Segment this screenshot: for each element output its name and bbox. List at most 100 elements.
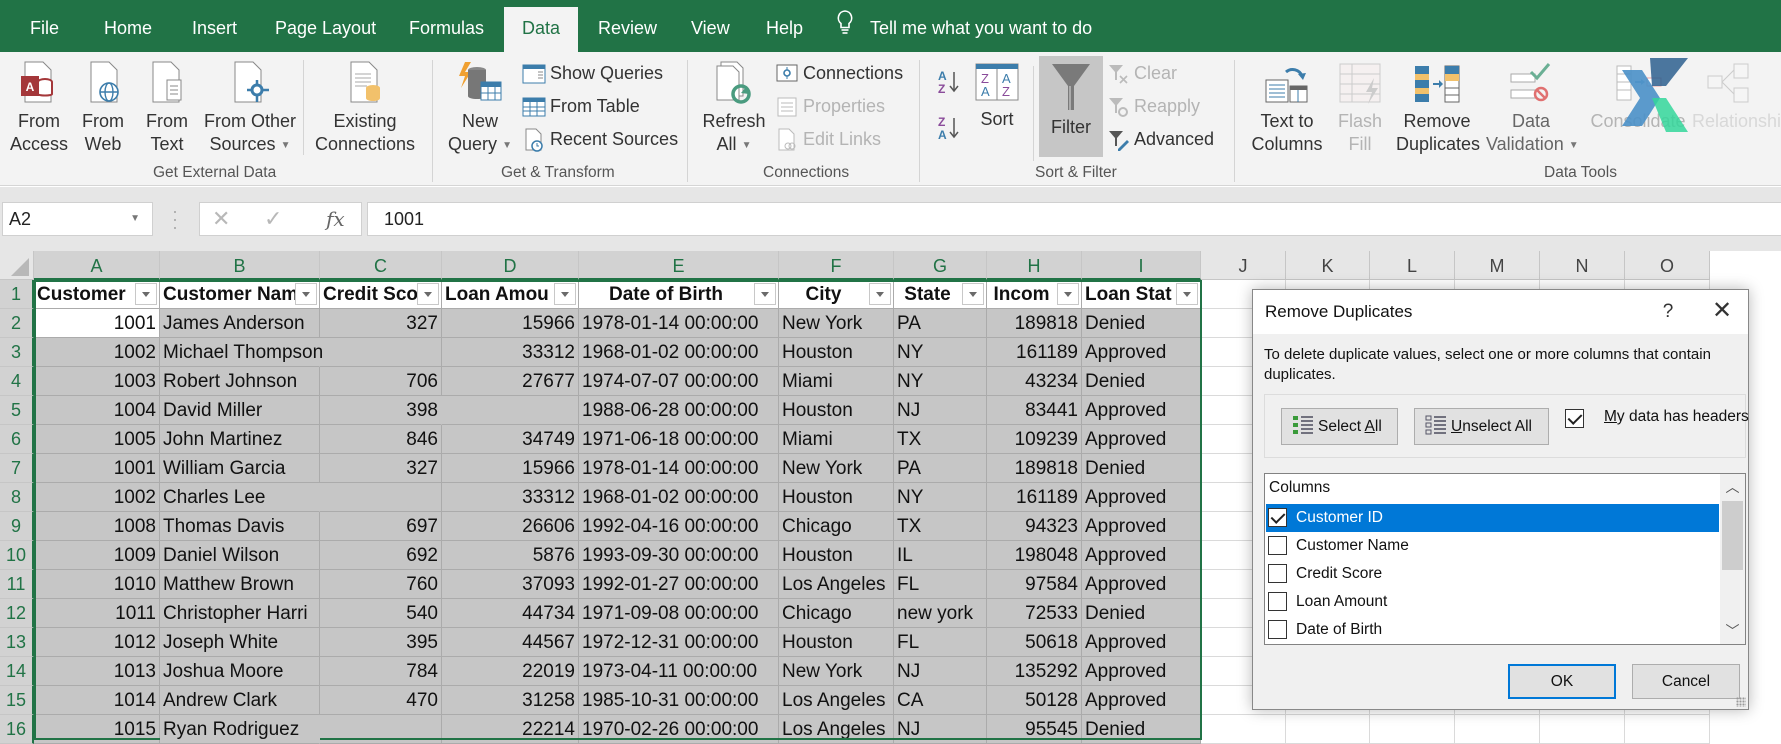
table-cell[interactable]: FL [894,570,987,599]
select-all-button[interactable]: Select All [1281,408,1398,445]
table-cell[interactable]: Houston [779,628,894,657]
table-cell[interactable]: 327 [320,309,442,338]
cancel-entry-icon[interactable]: ✕ [212,203,230,235]
table-cell[interactable]: 95545 [987,715,1082,744]
table-cell[interactable]: 395 [320,628,442,657]
table-cell[interactable]: Miami [779,367,894,396]
table-cell[interactable]: Approved [1082,512,1201,541]
table-cell[interactable]: 706 [320,367,442,396]
column-header-j[interactable]: J [1201,251,1286,280]
table-cell[interactable]: 1978-01-14 00:00:00 [579,454,779,483]
dialog-title-bar[interactable]: Remove Duplicates ? ✕ [1253,290,1748,334]
text-to-columns-button[interactable]: Text to Columns [1246,60,1328,156]
table-cell[interactable]: William Garcia [160,454,320,483]
empty-cell[interactable] [1201,715,1286,744]
table-cell[interactable]: NJ [894,657,987,686]
table-cell[interactable]: Denied [1082,309,1201,338]
column-list-item[interactable]: Customer Name [1266,532,1719,560]
column-list-item[interactable]: Date of Birth [1266,616,1719,644]
tell-me-search[interactable]: Tell me what you want to do [836,7,1092,52]
table-cell[interactable]: Houston [779,541,894,570]
table-cell[interactable]: 1970-02-26 00:00:00 [579,715,779,744]
table-cell[interactable]: 189818 [987,454,1082,483]
row-header-7[interactable]: 7 [0,454,34,483]
filter-button[interactable]: Filter [1039,56,1103,157]
table-cell[interactable]: Approved [1082,657,1201,686]
name-box[interactable]: A2 ▼ [2,202,153,236]
table-cell[interactable]: 22019 [442,657,579,686]
table-cell[interactable]: 1974-07-07 00:00:00 [579,367,779,396]
table-cell[interactable]: Michael Thompson [160,338,323,367]
table-cell[interactable]: Los Angeles [779,715,894,744]
advanced-filter-button[interactable]: Advanced [1108,127,1214,152]
table-cell[interactable]: 398 [320,396,442,425]
column-checkbox[interactable] [1268,592,1287,611]
insert-function-icon[interactable]: fx [326,203,345,235]
select-all-corner[interactable] [0,251,34,280]
existing-connections-button[interactable]: Existing Connections [314,60,416,156]
row-header-12[interactable]: 12 [0,599,34,628]
table-cell[interactable]: NY [894,367,987,396]
data-validation-button[interactable]: Data Validation ▼ [1486,60,1579,157]
table-cell[interactable]: 1015 [34,715,160,744]
sort-z-to-a-button[interactable]: ZA [936,114,962,147]
column-header-a[interactable]: A [34,251,160,280]
table-cell[interactable]: 1968-01-02 00:00:00 [579,338,779,367]
scrollbar-thumb[interactable] [1722,501,1743,570]
sort-button[interactable]: ZAAZ Sort [972,60,1022,131]
table-cell[interactable]: 1002 [34,483,160,512]
column-header-o[interactable]: O [1625,251,1710,280]
table-cell[interactable]: 1011 [34,599,160,628]
table-cell[interactable]: 50128 [987,686,1082,715]
table-cell[interactable]: TX [894,512,987,541]
table-cell[interactable]: 189818 [987,309,1082,338]
table-cell[interactable] [320,483,442,512]
table-cell[interactable]: 1992-01-27 00:00:00 [579,570,779,599]
table-cell[interactable]: 31258 [442,686,579,715]
row-header-10[interactable]: 10 [0,541,34,570]
table-cell[interactable]: 1013 [34,657,160,686]
table-cell[interactable] [442,396,579,425]
table-cell[interactable]: Miami [779,425,894,454]
table-cell[interactable]: 44567 [442,628,579,657]
ok-button[interactable]: OK [1508,664,1616,699]
new-query-button[interactable]: New Query ▼ [446,60,514,157]
table-cell[interactable]: 327 [320,454,442,483]
column-header-n[interactable]: N [1540,251,1625,280]
table-cell[interactable]: Approved [1082,628,1201,657]
row-header-15[interactable]: 15 [0,686,34,715]
table-cell[interactable]: 161189 [987,338,1082,367]
table-cell[interactable]: 1992-04-16 00:00:00 [579,512,779,541]
from-web-button[interactable]: From Web [78,60,128,156]
table-cell[interactable]: NJ [894,715,987,744]
table-cell[interactable]: 540 [320,599,442,628]
table-cell[interactable]: Approved [1082,338,1201,367]
table-cell[interactable]: 198048 [987,541,1082,570]
column-header-i[interactable]: I [1082,251,1201,280]
table-cell[interactable]: John Martinez [160,425,320,454]
column-header-b[interactable]: B [160,251,320,280]
table-cell[interactable]: New York [779,657,894,686]
empty-cell[interactable] [1286,715,1370,744]
my-data-has-headers-label[interactable]: My data has headers [1604,408,1749,426]
column-header-f[interactable]: F [779,251,894,280]
column-checkbox[interactable] [1268,536,1287,555]
table-cell[interactable]: 44734 [442,599,579,628]
tab-review[interactable]: Review [594,7,661,52]
active-cell[interactable]: 1001 [34,309,160,338]
table-cell[interactable]: 1003 [34,367,160,396]
table-cell[interactable]: 1004 [34,396,160,425]
table-cell[interactable]: 1968-01-02 00:00:00 [579,483,779,512]
column-header-c[interactable]: C [320,251,442,280]
scroll-up-icon[interactable]: ︿ [1720,474,1745,500]
tab-insert[interactable]: Insert [188,7,241,52]
table-cell[interactable]: 1002 [34,338,160,367]
table-cell[interactable]: Daniel Wilson [160,541,320,570]
table-cell[interactable]: Approved [1082,425,1201,454]
from-access-button[interactable]: A From Access [10,60,68,156]
table-cell[interactable]: 1972-12-31 00:00:00 [579,628,779,657]
table-cell[interactable]: Approved [1082,686,1201,715]
table-cell[interactable]: 27677 [442,367,579,396]
table-cell[interactable]: 34749 [442,425,579,454]
table-cell[interactable]: CA [894,686,987,715]
